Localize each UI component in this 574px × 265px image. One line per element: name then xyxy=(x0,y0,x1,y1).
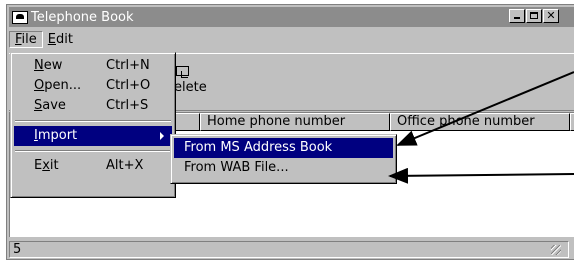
annotation-arrows xyxy=(388,71,574,184)
arrow-to-wab-file xyxy=(388,167,574,184)
arrow-to-ms-address-book xyxy=(396,71,574,146)
